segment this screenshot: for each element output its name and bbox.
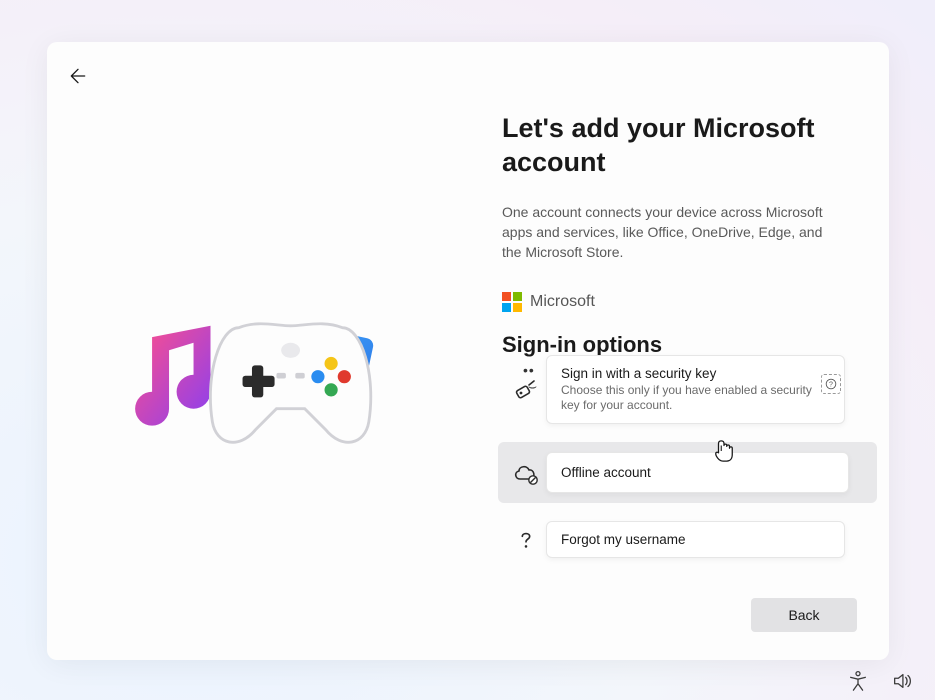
back-button[interactable]: Back bbox=[751, 598, 857, 632]
option-security-key-title: Sign in with a security key bbox=[561, 366, 830, 381]
question-icon bbox=[506, 528, 546, 552]
option-offline-account-card[interactable]: Offline account bbox=[546, 452, 849, 493]
microsoft-brand: Microsoft bbox=[502, 292, 862, 312]
page-title: Let's add your Microsoft account bbox=[502, 112, 862, 180]
help-dashed-icon[interactable]: ? bbox=[821, 374, 841, 394]
page-subtitle: One account connects your device across … bbox=[502, 202, 842, 263]
option-offline-account-title: Offline account bbox=[561, 465, 834, 480]
option-forgot-username[interactable]: Forgot my username bbox=[502, 521, 857, 558]
volume-icon[interactable] bbox=[891, 670, 913, 692]
oobe-illustration bbox=[137, 297, 382, 462]
microsoft-brand-text: Microsoft bbox=[530, 293, 595, 311]
system-tray bbox=[847, 670, 913, 692]
illustration-pane bbox=[47, 42, 457, 660]
oobe-card: Let's add your Microsoft account One acc… bbox=[47, 42, 889, 660]
microsoft-logo-icon bbox=[502, 292, 522, 312]
option-security-key-card[interactable]: Sign in with a security key Choose this … bbox=[546, 355, 845, 424]
option-forgot-username-title: Forgot my username bbox=[561, 532, 830, 547]
accessibility-icon[interactable] bbox=[847, 670, 869, 692]
option-forgot-username-card[interactable]: Forgot my username bbox=[546, 521, 845, 558]
cloud-offline-icon bbox=[506, 461, 546, 485]
option-offline-account[interactable]: Offline account bbox=[498, 442, 877, 503]
option-security-key[interactable]: Sign in with a security key Choose this … bbox=[502, 355, 857, 424]
content-pane: Let's add your Microsoft account One acc… bbox=[502, 112, 862, 370]
signin-options-list: Sign in with a security key Choose this … bbox=[502, 355, 857, 576]
svg-text:?: ? bbox=[829, 382, 833, 389]
security-key-icon bbox=[506, 378, 546, 402]
option-security-key-desc: Choose this only if you have enabled a s… bbox=[561, 383, 830, 413]
